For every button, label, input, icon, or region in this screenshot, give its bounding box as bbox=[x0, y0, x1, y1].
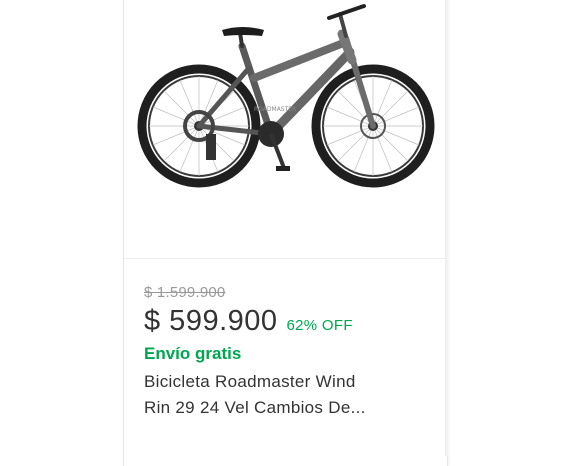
product-title-line-1[interactable]: Bicicleta Roadmaster Wind bbox=[144, 369, 404, 395]
svg-text:ROADMASTER: ROADMASTER bbox=[254, 106, 296, 113]
divider bbox=[124, 258, 447, 259]
product-title-line-2[interactable]: Rin 29 24 Vel Cambios De... bbox=[144, 395, 404, 421]
free-shipping-label: Envío gratis bbox=[144, 344, 242, 363]
page: ROADMASTER $ 1.599.900 $ 599.900 62% OFF… bbox=[0, 0, 567, 466]
original-price: $ 1.599.900 bbox=[144, 284, 226, 301]
product-card[interactable]: ROADMASTER $ 1.599.900 $ 599.900 62% OFF… bbox=[123, 0, 448, 466]
card-edge-shadow bbox=[445, 0, 451, 456]
bike-frame bbox=[196, 4, 376, 139]
discount-badge: 62% OFF bbox=[286, 317, 353, 334]
product-title[interactable]: Bicicleta Roadmaster Wind Rin 29 24 Vel … bbox=[144, 369, 404, 421]
bicycle-image: ROADMASTER bbox=[137, 4, 435, 188]
product-image[interactable]: ROADMASTER bbox=[124, 0, 447, 258]
price-row: $ 599.900 62% OFF bbox=[144, 305, 435, 338]
product-info: $ 1.599.900 $ 599.900 62% OFF Envío grat… bbox=[144, 284, 435, 421]
current-price: $ 599.900 bbox=[144, 305, 278, 337]
